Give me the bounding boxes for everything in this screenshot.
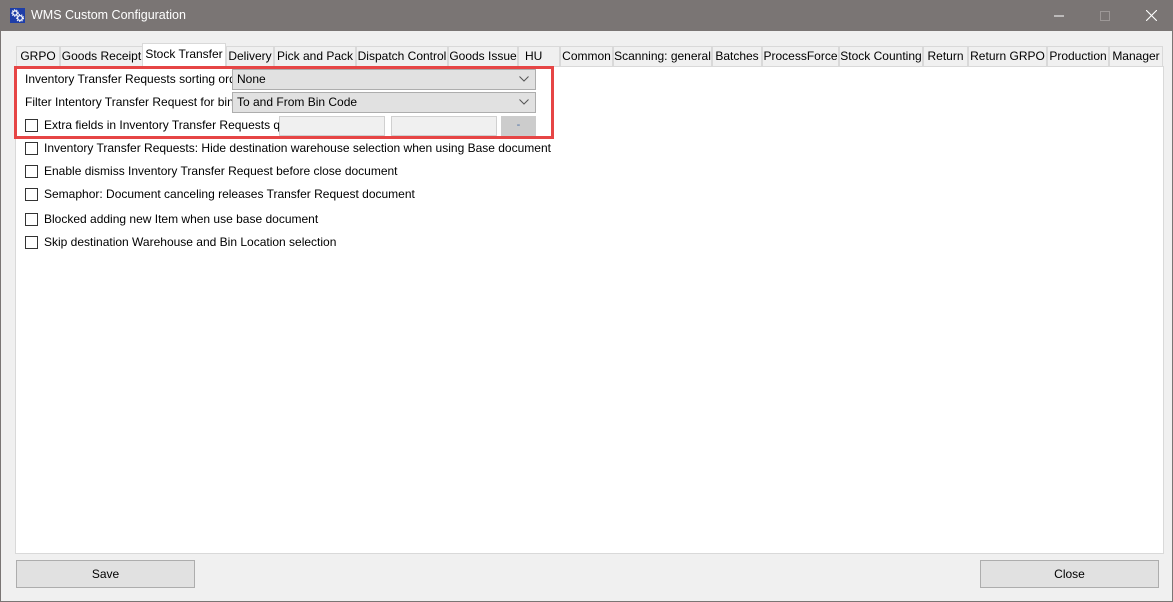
skip-destination-checkbox[interactable] xyxy=(25,236,38,249)
tab-delivery[interactable]: Delivery xyxy=(226,46,274,66)
title-bar[interactable]: WMS Custom Configuration xyxy=(1,0,1173,31)
tab-processforce[interactable]: ProcessForce xyxy=(762,46,839,66)
close-icon xyxy=(1145,10,1157,21)
tab-return-grpo[interactable]: Return GRPO xyxy=(968,46,1047,66)
close-window-button[interactable] xyxy=(1128,0,1173,31)
tab-batches[interactable]: Batches xyxy=(712,46,762,66)
tab-stock-counting[interactable]: Stock Counting xyxy=(839,46,923,66)
blocked-adding-item-label: Blocked adding new Item when use base do… xyxy=(44,212,319,226)
tab-grpo[interactable]: GRPO xyxy=(16,46,60,66)
extra-field-1-input[interactable] xyxy=(279,116,385,136)
extra-field-2-input[interactable] xyxy=(391,116,497,136)
tab-goods-receipt[interactable]: Goods Receipt xyxy=(60,46,143,66)
filter-bin-label: Filter Intentory Transfer Request for bi… xyxy=(25,95,234,109)
skip-destination-label: Skip destination Warehouse and Bin Locat… xyxy=(44,235,337,249)
tab-scanning-general[interactable]: Scanning: general xyxy=(613,46,712,66)
tab-common[interactable]: Common xyxy=(560,46,613,66)
extra-fields-label: Extra fields in Inventory Transfer Reque… xyxy=(44,118,304,132)
sorting-order-value: None xyxy=(237,72,266,86)
sorting-order-label: Inventory Transfer Requests sorting orde… xyxy=(25,72,247,86)
extra-fields-checkbox[interactable] xyxy=(25,119,38,132)
gears-icon xyxy=(10,8,25,23)
tab-manager[interactable]: Manager xyxy=(1109,46,1163,66)
chevron-down-icon xyxy=(519,99,529,105)
sorting-order-dropdown[interactable]: None xyxy=(232,69,536,90)
semaphor-label: Semaphor: Document canceling releases Tr… xyxy=(44,187,415,201)
enable-dismiss-label: Enable dismiss Inventory Transfer Reques… xyxy=(44,164,398,178)
tab-return[interactable]: Return xyxy=(923,46,968,66)
minimize-icon xyxy=(1054,15,1064,16)
save-button[interactable]: Save xyxy=(16,560,195,588)
tab-pick-and-pack[interactable]: Pick and Pack xyxy=(274,46,356,66)
tab-production[interactable]: Production xyxy=(1047,46,1109,66)
filter-bin-dropdown[interactable]: To and From Bin Code xyxy=(232,92,536,113)
window-title: WMS Custom Configuration xyxy=(31,8,186,22)
tab-hu[interactable]: HU xyxy=(518,46,560,66)
tab-stock-transfer[interactable]: Stock Transfer xyxy=(142,43,226,66)
blocked-adding-item-checkbox[interactable] xyxy=(25,213,38,226)
extra-fields-button[interactable]: - xyxy=(501,116,536,136)
maximize-icon xyxy=(1100,10,1110,21)
enable-dismiss-checkbox[interactable] xyxy=(25,165,38,178)
semaphor-checkbox[interactable] xyxy=(25,188,38,201)
close-button[interactable]: Close xyxy=(980,560,1159,588)
filter-bin-value: To and From Bin Code xyxy=(237,95,358,109)
chevron-down-icon xyxy=(519,76,529,82)
tab-strip: GRPO Goods Receipt Stock Transfer Delive… xyxy=(16,43,1166,66)
tab-goods-issue[interactable]: Goods Issue xyxy=(448,46,518,66)
hide-destination-warehouse-label: Inventory Transfer Requests: Hide destin… xyxy=(44,141,551,155)
maximize-button[interactable] xyxy=(1082,0,1128,31)
hide-destination-warehouse-checkbox[interactable] xyxy=(25,142,38,155)
tab-dispatch-control[interactable]: Dispatch Control xyxy=(356,46,448,66)
minimize-button[interactable] xyxy=(1036,0,1082,31)
stock-transfer-panel xyxy=(15,66,1164,554)
app-window: WMS Custom Configuration GRPO Goods Rece… xyxy=(0,0,1173,602)
